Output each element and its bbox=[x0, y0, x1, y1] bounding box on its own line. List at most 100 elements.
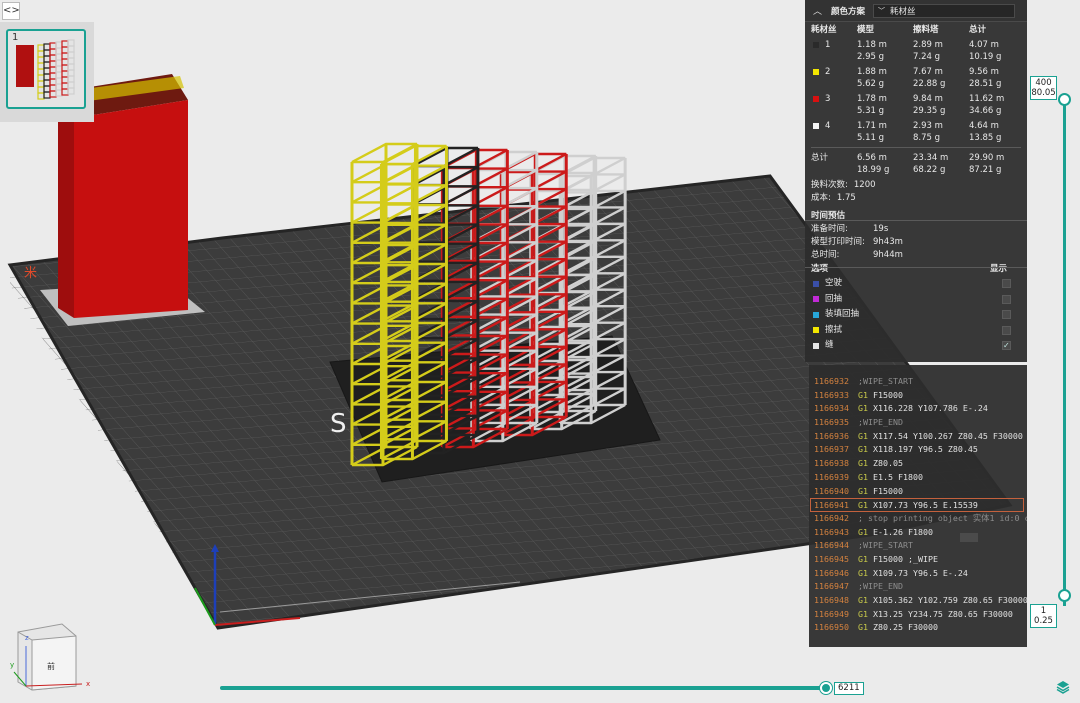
gcode-line[interactable]: 1166932 ;WIPE_START bbox=[809, 375, 1027, 389]
thumbnail-lattice-cell bbox=[67, 51, 75, 59]
filament-id: 2 bbox=[825, 67, 831, 77]
model-length: 1.78 m bbox=[857, 94, 887, 104]
time-estimate-row: 总时间: 9h44m bbox=[811, 249, 1021, 262]
tower-length: 9.84 m bbox=[913, 94, 943, 104]
col-model: 模型 bbox=[857, 25, 875, 35]
bottom-layer-height: 0.25 bbox=[1034, 616, 1053, 626]
thumbnail-lattice-cell bbox=[55, 65, 63, 73]
option-visibility-checkbox[interactable] bbox=[1002, 279, 1011, 289]
gcode-line[interactable]: 1166939 G1 E1.5 F1800 bbox=[809, 471, 1027, 485]
tower-length: 2.89 m bbox=[913, 40, 943, 50]
gcode-text: Z80.05 bbox=[873, 458, 903, 469]
expand-collapse-icon[interactable]: <> bbox=[2, 2, 20, 20]
gcode-text: ;WIPE_END bbox=[858, 581, 903, 592]
gcode-text: X107.73 Y96.5 E.15539 bbox=[873, 500, 978, 511]
layer-slider-track[interactable] bbox=[1063, 98, 1066, 606]
move-slider-value: 6211 bbox=[834, 682, 864, 695]
total-model-len: 6.56 m bbox=[857, 153, 887, 163]
gcode-text: Z80.25 F30000 bbox=[873, 622, 938, 633]
gcode-line[interactable]: 1166944 ;WIPE_START bbox=[809, 539, 1027, 553]
thumbnail-lattice-cell bbox=[43, 61, 51, 69]
gcode-line-number: 1166938 bbox=[814, 458, 849, 469]
top-layer-height: 80.05 bbox=[1031, 88, 1056, 98]
gcode-line-current[interactable]: 1166941 G1 X107.73 Y96.5 E.15539 bbox=[810, 498, 1024, 512]
move-slider-track[interactable] bbox=[220, 686, 826, 690]
gcode-scrollbar[interactable] bbox=[960, 533, 978, 542]
plate-thumbnail[interactable]: 1 bbox=[6, 29, 86, 109]
filament-row: 1 1.18 m 2.95 g 2.89 m 7.24 g 4.07 m 10.19 g bbox=[811, 39, 1021, 63]
layer-slider-top-handle[interactable] bbox=[1058, 93, 1071, 106]
time-estimate-row: 模型打印时间: 9h43m bbox=[811, 236, 1021, 249]
layers-icon[interactable] bbox=[1056, 680, 1070, 694]
thumbnail-lattice-cell bbox=[61, 40, 69, 48]
gcode-command: G1 bbox=[858, 500, 868, 511]
gcode-line[interactable]: 1166934 G1 X116.228 Y107.786 E-.24 bbox=[809, 402, 1027, 416]
gcode-line-number: 1166939 bbox=[814, 471, 849, 482]
gcode-viewer[interactable]: 1166932 ;WIPE_START 1166933 G1 F15000 1166934… bbox=[809, 365, 1027, 647]
gcode-line[interactable]: 1166935 ;WIPE_END bbox=[809, 416, 1027, 430]
thumbnail-lattice-cell bbox=[67, 45, 75, 53]
option-visibility-checkbox[interactable] bbox=[1002, 310, 1011, 320]
total-model-wt: 18.99 g bbox=[857, 165, 890, 175]
gcode-command: G1 bbox=[858, 403, 868, 414]
option-visibility-checkbox[interactable] bbox=[1002, 294, 1011, 304]
view-cube[interactable]: 前 z y x bbox=[10, 623, 90, 691]
gcode-line[interactable]: 1166950 G1 Z80.25 F30000 bbox=[809, 621, 1027, 635]
thumbnail-lattice-cell bbox=[61, 64, 69, 72]
gcode-text: X116.228 Y107.786 E-.24 bbox=[873, 403, 988, 414]
time-label: 模型打印时间: bbox=[811, 237, 865, 247]
thumbnail-lattice-cell bbox=[43, 91, 51, 99]
collapse-chevron-icon[interactable]: ︿ bbox=[813, 4, 825, 17]
model-length: 1.71 m bbox=[857, 121, 887, 131]
thumbnail-lattice-cell bbox=[43, 79, 51, 87]
gcode-command: G1 bbox=[858, 567, 868, 578]
gcode-line[interactable]: 1166943 G1 E-1.26 F1800 bbox=[809, 526, 1027, 540]
option-label: 回抽 bbox=[825, 293, 843, 304]
gcode-line[interactable]: 1166937 G1 X118.197 Y96.5 Z80.45 bbox=[809, 443, 1027, 457]
thumbnail-lattice-cell bbox=[55, 71, 63, 79]
time-estimate-row: 准备时间: 19s bbox=[811, 223, 1021, 236]
gcode-line[interactable]: 1166947 ;WIPE_END bbox=[809, 580, 1027, 594]
gcode-line-number: 1166935 bbox=[814, 417, 849, 428]
tower-length: 7.67 m bbox=[913, 67, 943, 77]
option-color-swatch bbox=[813, 327, 819, 334]
gcode-line[interactable]: 1166946 G1 X109.73 Y96.5 E-.24 bbox=[809, 567, 1027, 581]
filament-row: 3 1.78 m 5.31 g 9.84 m 29.35 g 11.62 m 34.66 g bbox=[811, 93, 1021, 117]
option-visibility-checkbox[interactable] bbox=[1002, 325, 1011, 335]
cost-label: 成本: bbox=[811, 193, 831, 203]
gcode-line[interactable]: 1166949 G1 X13.25 Y234.75 Z80.65 F30000 bbox=[809, 608, 1027, 622]
gcode-line[interactable]: 1166940 G1 F15000 bbox=[809, 485, 1027, 499]
gcode-line-number: 1166948 bbox=[814, 595, 849, 605]
total-weight: 28.51 g bbox=[969, 79, 1002, 89]
color-scheme-select[interactable]: ﹀ 耗材丝 bbox=[873, 3, 1016, 18]
gcode-line[interactable]: 1166933 G1 F15000 bbox=[809, 389, 1027, 403]
thumbnail-lattice-cell bbox=[43, 85, 51, 93]
gcode-line[interactable]: 1166948 G1 X105.362 Y102.759 Z80.65 F30000 bbox=[809, 594, 1027, 608]
option-visibility-checkbox[interactable] bbox=[1002, 338, 1011, 353]
gcode-command: G1 bbox=[858, 608, 868, 619]
option-row: 空驶 bbox=[811, 276, 1021, 292]
option-row: 擦拭 bbox=[811, 323, 1021, 339]
option-row: 回抽 bbox=[811, 292, 1021, 308]
filament-total-row: 总计 6.56 m 18.99 g 23.34 m 68.22 g 29.90 m 8… bbox=[811, 152, 1021, 176]
gcode-text: X118.197 Y96.5 Z80.45 bbox=[873, 444, 978, 455]
total-total-len: 29.90 m bbox=[969, 153, 1005, 163]
total-total-wt: 87.21 g bbox=[969, 165, 1002, 175]
tower-weight: 8.75 g bbox=[913, 133, 941, 143]
move-slider-handle[interactable] bbox=[820, 682, 832, 694]
tower-weight: 29.35 g bbox=[913, 106, 946, 116]
gcode-line[interactable]: 1166938 G1 Z80.05 bbox=[809, 457, 1027, 471]
gcode-text: ;WIPE_START bbox=[858, 540, 913, 551]
gcode-line[interactable]: 1166945 G1 F15000 ;_WIPE bbox=[809, 553, 1027, 567]
thumbnail-lattice-cell bbox=[67, 39, 75, 47]
thumbnail-lattice-cell bbox=[49, 78, 57, 86]
gcode-line-number: 1166947 bbox=[814, 581, 849, 592]
bed-brand-text: 米 bbox=[24, 266, 37, 281]
gcode-line[interactable]: 1166942 ; stop printing object 实体1 id:0 c… bbox=[809, 512, 1027, 526]
gcode-line[interactable]: 1166936 G1 X117.54 Y100.267 Z80.45 F30000 bbox=[809, 430, 1027, 444]
filament-color-swatch bbox=[813, 96, 819, 102]
layer-slider-top-label: 400 80.05 bbox=[1030, 76, 1057, 100]
layer-slider-bottom-handle[interactable] bbox=[1058, 589, 1071, 602]
filament-table-header: 耗材丝 模型 擦料塔 总计 bbox=[811, 24, 1021, 36]
color-scheme-value: 耗材丝 bbox=[890, 6, 916, 17]
